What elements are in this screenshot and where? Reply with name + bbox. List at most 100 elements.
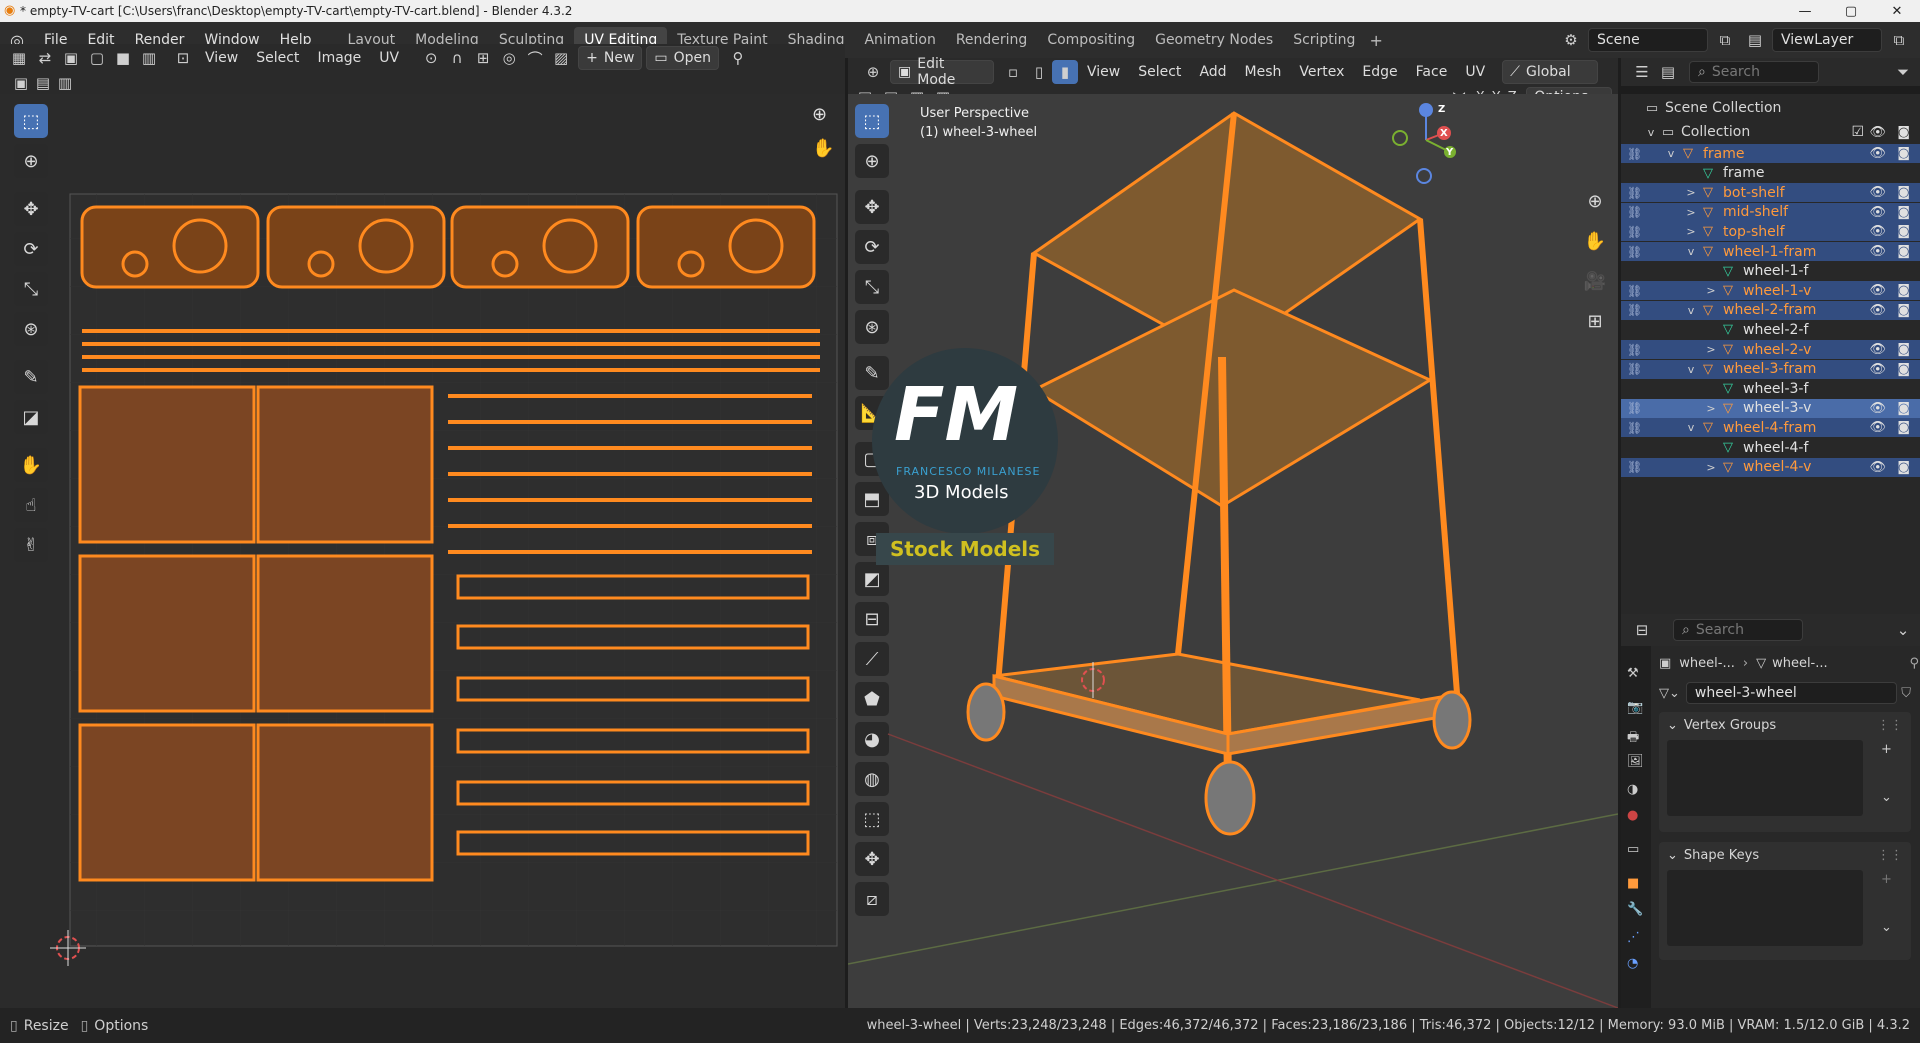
camera-icon[interactable]: ◙: [1897, 303, 1910, 318]
uv-menu-view[interactable]: View: [196, 50, 247, 66]
workspace-tab-compositing[interactable]: Compositing: [1037, 27, 1145, 53]
eye-icon[interactable]: 👁: [1869, 224, 1886, 239]
camera-icon[interactable]: ◙: [1897, 401, 1910, 416]
expand-toggle-icon[interactable]: v: [1663, 147, 1679, 160]
outliner-row[interactable]: ⛓ > ▽ wheel-4-v 👁 ◙: [1621, 457, 1920, 477]
properties-editor-icon[interactable]: ⊟: [1629, 618, 1655, 642]
particles-tab-icon[interactable]: ⋰: [1627, 930, 1640, 945]
vp-menu-edge[interactable]: Edge: [1353, 64, 1406, 80]
pin-icon[interactable]: ⚲: [725, 46, 751, 70]
scene-selector[interactable]: Scene: [1588, 28, 1708, 52]
world-tab-icon[interactable]: ●: [1627, 808, 1638, 823]
uv-menu-select[interactable]: Select: [247, 50, 308, 66]
mode-selector[interactable]: ▣ Edit Mode: [890, 56, 994, 88]
outliner-row[interactable]: ⛓ > ▽ top-shelf 👁 ◙: [1621, 222, 1920, 242]
camera-icon[interactable]: ◙: [1897, 283, 1910, 298]
select-subtract-icon[interactable]: ▥: [52, 71, 78, 95]
image-browse-icon[interactable]: ▨: [548, 46, 574, 70]
camera-icon[interactable]: ◙: [1897, 420, 1910, 435]
eye-icon[interactable]: 👁: [1869, 362, 1886, 377]
collection-tab-icon[interactable]: ▭: [1627, 842, 1639, 857]
outliner-row[interactable]: ⛓ > ▽ bot-shelf 👁 ◙: [1621, 183, 1920, 203]
vp-menu-vertex[interactable]: Vertex: [1290, 64, 1353, 80]
object-tab-icon[interactable]: ■: [1627, 876, 1639, 891]
outliner-row[interactable]: ⛓ v ▽ wheel-3-fram 👁 ◙: [1621, 359, 1920, 379]
camera-icon[interactable]: ◙: [1897, 146, 1910, 161]
new-image-button[interactable]: + New: [578, 46, 643, 70]
transform-orientation-selector[interactable]: ⟋ Global: [1502, 60, 1599, 84]
outliner-scene-collection[interactable]: ▭ Scene Collection: [1621, 96, 1920, 120]
minimize-button[interactable]: —: [1782, 4, 1828, 19]
outliner-row[interactable]: ▽ wheel-3-f: [1621, 379, 1920, 398]
camera-view-icon[interactable]: 🎥: [1578, 264, 1612, 298]
properties-search-input[interactable]: ⌕ Search: [1673, 619, 1803, 641]
eye-icon[interactable]: 👁: [1869, 205, 1886, 220]
island-select-icon[interactable]: ▥: [136, 46, 162, 70]
outliner-row[interactable]: ⛓ > ▽ wheel-2-v 👁 ◙: [1621, 340, 1920, 359]
fake-user-icon[interactable]: ⛉: [1901, 686, 1911, 701]
viewlayer-icon[interactable]: ▤: [1742, 28, 1768, 52]
viewport-editor-type-icon[interactable]: ⊕: [860, 60, 886, 84]
expand-toggle-icon[interactable]: >: [1703, 461, 1719, 474]
snap-icon[interactable]: ∩: [444, 46, 470, 70]
workspace-tab-rendering[interactable]: Rendering: [946, 27, 1038, 53]
outliner-row[interactable]: ▽ wheel-4-f: [1621, 438, 1920, 457]
expand-toggle-icon[interactable]: v: [1683, 363, 1699, 376]
eye-icon[interactable]: 👁: [1869, 283, 1886, 298]
tool-tab-icon[interactable]: ⚒: [1627, 666, 1639, 681]
new-viewlayer-icon[interactable]: ⧉: [1886, 28, 1912, 52]
eye-icon[interactable]: 👁: [1869, 420, 1886, 435]
falloff-icon[interactable]: ⌒: [522, 46, 548, 70]
eye-icon[interactable]: 👁: [1869, 401, 1886, 416]
outliner-search-input[interactable]: ⌕ Search: [1689, 61, 1819, 83]
outliner-row[interactable]: ⛓ v ▽ frame 👁 ◙: [1621, 144, 1920, 163]
vp-menu-view[interactable]: View: [1078, 64, 1129, 80]
shape-keys-header[interactable]: ⌄ Shape Keys ⋮⋮: [1659, 842, 1911, 869]
ortho-toggle-icon[interactable]: ⊞: [1578, 304, 1612, 338]
eye-icon[interactable]: 👁: [1869, 244, 1886, 259]
expand-toggle-icon[interactable]: >: [1703, 343, 1719, 356]
vp-menu-mesh[interactable]: Mesh: [1236, 64, 1291, 80]
mesh-name-field[interactable]: wheel-3-wheel: [1685, 682, 1898, 704]
eye-icon[interactable]: 👁: [1869, 303, 1886, 318]
eye-icon[interactable]: 👁: [1869, 125, 1886, 140]
vp-menu-add[interactable]: Add: [1190, 64, 1235, 80]
edge-select-icon[interactable]: ▢: [84, 46, 110, 70]
expand-toggle-icon[interactable]: v: [1683, 304, 1699, 317]
add-workspace-button[interactable]: +: [1369, 31, 1382, 50]
camera-icon[interactable]: ◙: [1897, 185, 1910, 200]
eye-icon[interactable]: 👁: [1869, 146, 1886, 161]
camera-icon[interactable]: ◙: [1897, 460, 1910, 475]
3d-viewport[interactable]: User Perspective (1) wheel-3-wheel ⬚ ⊕ ✥…: [848, 94, 1618, 1008]
eye-icon[interactable]: 👁: [1869, 460, 1886, 475]
filter-icon[interactable]: ⏷: [1890, 60, 1916, 84]
shape-key-menu-icon[interactable]: ⌄: [1881, 920, 1892, 935]
navigation-gizmo[interactable]: [1386, 100, 1466, 186]
expand-toggle-icon[interactable]: >: [1703, 284, 1719, 297]
expand-toggle-icon[interactable]: v: [1683, 421, 1699, 434]
pin-properties-icon[interactable]: ⚲: [1909, 656, 1919, 671]
pivot-icon[interactable]: ⊙: [418, 46, 444, 70]
render-tab-icon[interactable]: 📷: [1627, 700, 1643, 715]
face-mode-icon[interactable]: ▮: [1052, 60, 1078, 84]
uv-select-mode-icon[interactable]: ⊡: [170, 46, 196, 70]
edge-mode-icon[interactable]: ▯: [1026, 60, 1052, 84]
camera-icon[interactable]: ◙: [1897, 125, 1910, 140]
proportional-edit-icon[interactable]: ◎: [496, 46, 522, 70]
pan-view-icon[interactable]: ✋: [1578, 224, 1612, 258]
outliner-row[interactable]: ▽ wheel-2-f: [1621, 320, 1920, 339]
expand-toggle-icon[interactable]: v: [1683, 245, 1699, 258]
maximize-button[interactable]: ▢: [1828, 4, 1874, 19]
camera-icon[interactable]: ◙: [1897, 362, 1910, 377]
modifier-tab-icon[interactable]: 🔧: [1627, 902, 1643, 917]
workspace-tab-geometry-nodes[interactable]: Geometry Nodes: [1145, 27, 1283, 53]
face-select-icon[interactable]: ■: [110, 46, 136, 70]
uv-menu-uv[interactable]: UV: [370, 50, 408, 66]
add-shape-key-icon[interactable]: +: [1881, 872, 1892, 887]
editor-type-icon[interactable]: ▦: [6, 46, 32, 70]
outliner-editor-icon[interactable]: ☰: [1629, 60, 1655, 84]
uv-menu-image[interactable]: Image: [308, 50, 370, 66]
vertex-mode-icon[interactable]: ▫: [1000, 60, 1026, 84]
collection-checkbox[interactable]: ☑: [1851, 124, 1864, 140]
camera-icon[interactable]: ◙: [1897, 224, 1910, 239]
